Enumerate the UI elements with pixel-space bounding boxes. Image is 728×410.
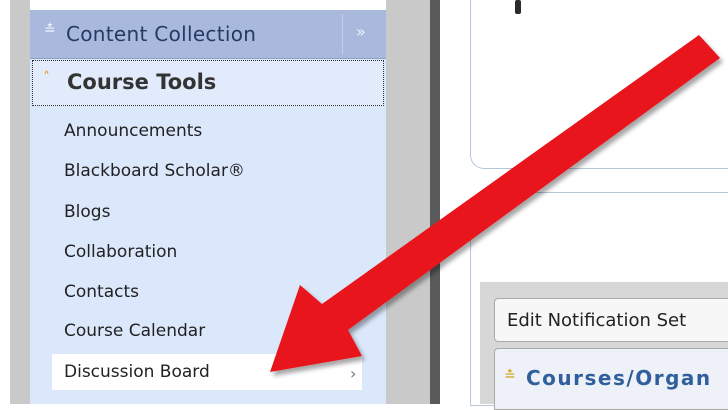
red-arrow-annotation <box>270 35 720 372</box>
arrow-shape <box>270 35 720 372</box>
